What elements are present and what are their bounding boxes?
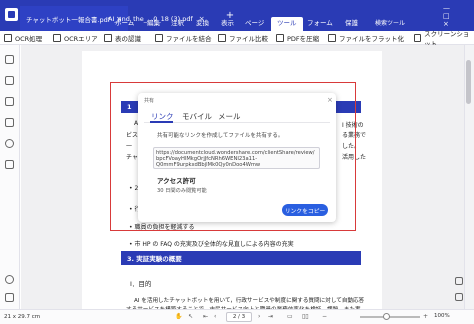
table-recognition-button[interactable]: 表の認識	[104, 31, 141, 45]
next-page-icon[interactable]: ›	[258, 313, 260, 320]
menu-protect[interactable]: 保護	[345, 17, 358, 31]
share-url-text: Q0mmF9urpkxdBbjlMk0Qy0nDoo4Wmw	[156, 162, 261, 168]
menu-home[interactable]: ホーム	[115, 17, 134, 31]
ocr-label: OCR処理	[15, 35, 43, 43]
combine-icon	[155, 34, 163, 42]
compare-icon	[218, 34, 226, 42]
scroll-thumb[interactable]	[466, 60, 471, 104]
flatten-icon	[328, 34, 336, 42]
menu-edit[interactable]: 編集	[147, 17, 160, 31]
first-page-icon[interactable]: ⇤	[203, 313, 208, 320]
menu-page[interactable]: ページ	[245, 17, 264, 31]
thumbnail-icon[interactable]	[5, 55, 14, 64]
flatten-file-button[interactable]: ファイルをフラット化	[328, 31, 404, 45]
access-permission-title: アクセス許可	[157, 177, 196, 185]
screenshot-icon	[414, 34, 422, 42]
ocr-area-button[interactable]: OCRエリア	[53, 31, 98, 45]
access-permission-note: 30 日間のみ閲覧可能	[157, 188, 207, 194]
tab-email[interactable]: メール	[218, 111, 241, 122]
previous-page-icon[interactable]: ‹	[214, 313, 216, 320]
attachment-icon[interactable]	[5, 118, 14, 127]
search-tools-button[interactable]: 検索ツール	[375, 18, 405, 27]
zoom-out-icon[interactable]: −	[322, 313, 327, 320]
table-recognition-label: 表の認識	[115, 35, 141, 43]
zoom-slider[interactable]	[360, 316, 420, 318]
table-icon	[104, 34, 112, 42]
two-page-icon[interactable]: ▯▯	[302, 313, 309, 320]
comment-icon[interactable]	[5, 97, 14, 106]
combine-files-label: ファイルを結合	[166, 35, 212, 43]
settings-icon[interactable]	[5, 293, 14, 302]
combine-files-button[interactable]: ファイルを結合	[155, 31, 212, 45]
bookmark-icon[interactable]	[5, 76, 14, 85]
search-icon[interactable]	[5, 139, 14, 148]
right-panel-icon[interactable]	[455, 277, 463, 285]
ocr-button[interactable]: OCR処理	[4, 31, 42, 45]
dialog-title: 共有	[144, 98, 155, 104]
menu-convert[interactable]: 変換	[196, 17, 209, 31]
tab-label: チャットボット一報合書.pdf	[26, 15, 111, 24]
flatten-file-label: ファイルをフラット化	[339, 35, 404, 43]
zoom-level[interactable]: 100%	[434, 313, 450, 319]
help-icon[interactable]	[5, 275, 14, 284]
tab-mobile[interactable]: モバイル	[182, 111, 212, 122]
dialog-description: 共有可能なリンクを作成してファイルを共有する。	[157, 133, 284, 139]
compare-files-button[interactable]: ファイル比較	[218, 31, 268, 45]
last-page-icon[interactable]: ⇥	[268, 313, 273, 320]
subsection-title: I．目的	[130, 280, 152, 288]
app-logo-icon	[5, 8, 18, 21]
zoom-in-icon[interactable]: +	[423, 313, 428, 320]
fit-page-icon[interactable]	[455, 293, 463, 301]
section-header: 3. 実証実験の概要	[121, 251, 361, 265]
page-size-label: 21 x 29.7 cm	[4, 314, 41, 320]
close-icon[interactable]: ×	[327, 96, 333, 104]
compare-files-label: ファイル比較	[229, 35, 268, 43]
body-text: AI を活用したチャットボットを用いて，行政サービスや制度に関する質問に対して自…	[134, 298, 365, 304]
ocr-icon	[4, 34, 12, 42]
layers-icon[interactable]	[5, 160, 14, 169]
screenshot-button[interactable]: スクリーンショット	[414, 30, 474, 48]
select-tool-icon[interactable]: ↖	[188, 313, 193, 320]
section-title: 3. 実証実験の概要	[127, 255, 182, 263]
active-tab-indicator	[150, 121, 173, 123]
compress-pdf-button[interactable]: PDFを圧縮	[276, 31, 319, 45]
page-number-input[interactable]: 2 / 3	[226, 312, 252, 322]
window-controls[interactable]: — □ ×	[443, 4, 474, 28]
list-item: • 市 HP の FAQ の充実及び全体的な見直しによる内容の充実	[129, 241, 294, 248]
menu-view[interactable]: 表示	[221, 17, 234, 31]
ocr-area-icon	[53, 34, 61, 42]
compress-icon	[276, 34, 284, 42]
copy-link-button[interactable]: リンクをコピー	[282, 204, 328, 216]
menu-annotate[interactable]: 注釈	[171, 17, 184, 31]
ocr-area-label: OCRエリア	[64, 35, 98, 43]
menu-tools[interactable]: ツール	[271, 17, 303, 31]
compress-pdf-label: PDFを圧縮	[287, 35, 320, 43]
zoom-slider-handle[interactable]	[383, 313, 390, 320]
hand-tool-icon[interactable]: ✋	[175, 313, 182, 320]
menu-form[interactable]: フォーム	[307, 17, 333, 31]
single-page-icon[interactable]: ▭	[287, 313, 293, 320]
